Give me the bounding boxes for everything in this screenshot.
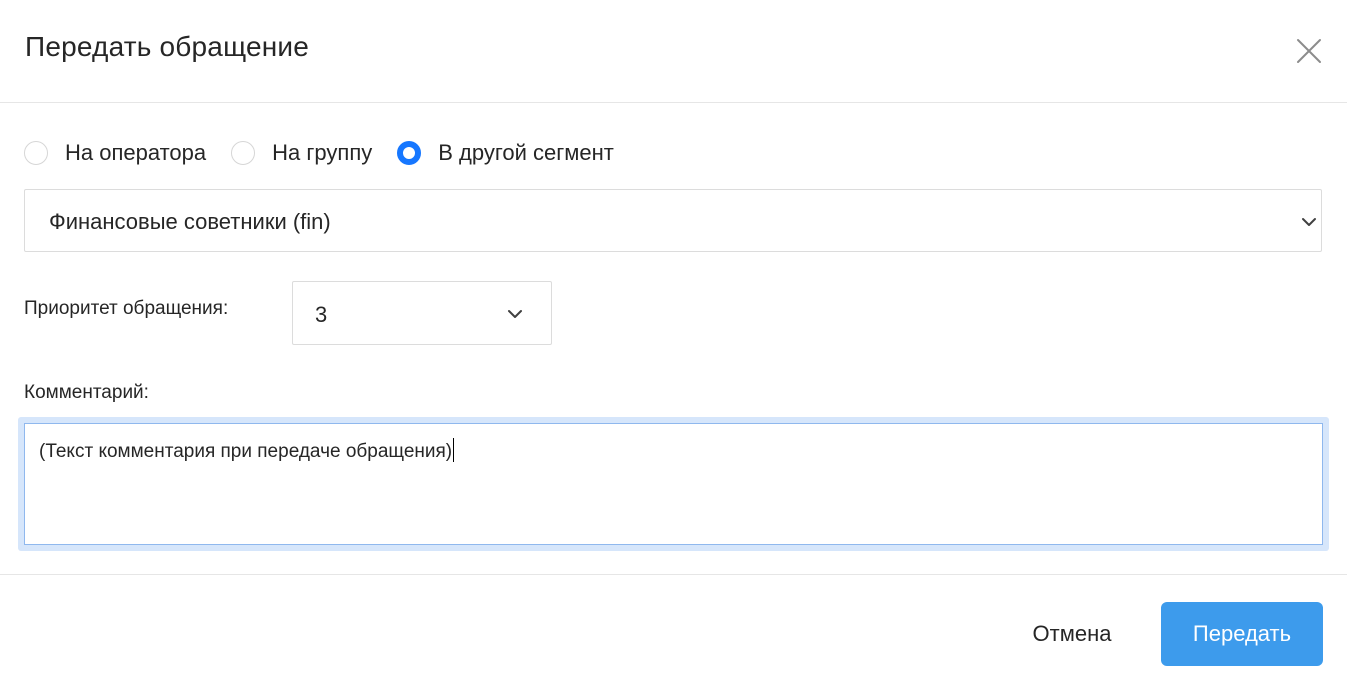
dialog-header: Передать обращение [0,0,1347,103]
radio-to-other-segment[interactable]: В другой сегмент [397,140,614,166]
segment-select[interactable]: Финансовые советники (fin) [24,189,1322,252]
chevron-down-icon [508,310,522,318]
dialog-title: Передать обращение [25,31,310,62]
close-icon [1297,39,1321,63]
cancel-button[interactable]: Отмена [1004,602,1140,666]
comment-label: Комментарий: [24,382,149,403]
radio-circle [24,141,48,165]
priority-select-value: 3 [315,302,328,327]
chevron-down-icon [1302,218,1316,226]
radio-circle [231,141,256,165]
radio-label: На группу [272,140,373,165]
radio-to-group[interactable]: На группу [231,140,372,166]
priority-select[interactable]: 3 [292,281,552,345]
comment-text: (Текст комментария при передаче обращени… [39,438,455,463]
radio-label: На оператора [65,140,207,165]
priority-label: Приоритет обращения: [24,298,229,319]
submit-button[interactable]: Передать [1161,602,1323,666]
footer-divider [0,574,1347,575]
comment-textarea[interactable]: (Текст комментария при передаче обращени… [24,423,1323,545]
radio-circle-checked [397,141,422,165]
transfer-target-radio-group: На оператора На группу В другой сегмент [24,137,639,169]
close-button[interactable] [1290,32,1328,70]
text-caret [453,438,455,462]
segment-select-value: Финансовые советники (fin) [49,209,331,234]
radio-to-operator[interactable]: На оператора [24,140,206,166]
comment-focus-ring: (Текст комментария при передаче обращени… [18,417,1329,551]
transfer-dialog: Передать обращение На оператора На групп… [0,0,1347,693]
radio-label: В другой сегмент [438,140,614,165]
comment-value: (Текст комментария при передаче обращени… [39,441,453,462]
